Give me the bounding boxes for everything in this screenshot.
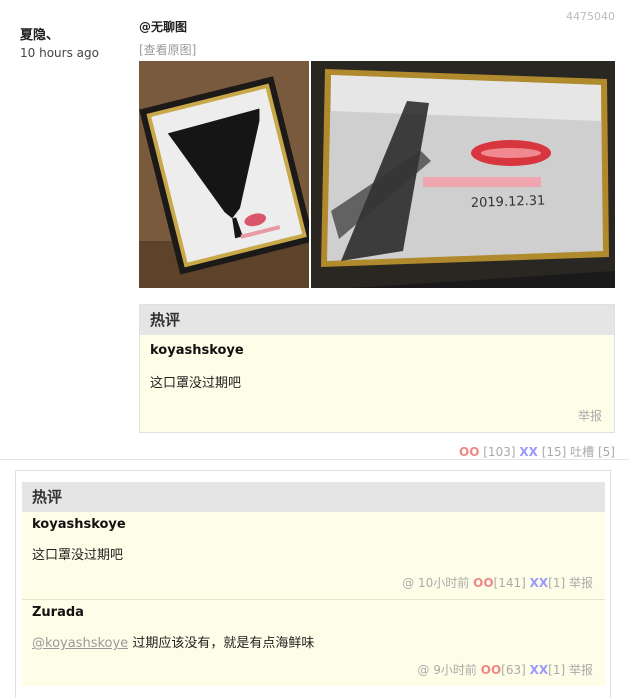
comment-username[interactable]: Zurada bbox=[32, 605, 595, 620]
hot-comments-title: 热评 bbox=[140, 305, 614, 335]
report-button[interactable]: 举报 bbox=[569, 576, 593, 590]
comment-time: 9小时前 bbox=[433, 663, 477, 677]
hot-comment: koyashskoye 这口罩没过期吧 举报 bbox=[140, 335, 614, 432]
comment-username[interactable]: koyashskoye bbox=[32, 517, 595, 532]
comment-meta: @ 10小时前 OO[141] XX[1] 举报 bbox=[402, 574, 593, 591]
xx-count: [1] bbox=[548, 663, 566, 677]
lipstick-print-illustration: 2019.12.31 bbox=[311, 61, 615, 288]
svg-text:2019.12.31: 2019.12.31 bbox=[471, 193, 546, 211]
comment-item: Zurada @koyashskoye 过期应该没有，就是有点海鲜味 @ 9小时… bbox=[22, 599, 605, 686]
report-button[interactable]: 举报 bbox=[569, 663, 593, 677]
comment-time: 10小时前 bbox=[418, 576, 470, 590]
comment-text: 过期应该没有，就是有点海鲜味 bbox=[132, 636, 315, 651]
xx-vote-button[interactable]: XX bbox=[530, 576, 549, 590]
post-image-framed-garment[interactable] bbox=[139, 61, 309, 288]
oo-vote-button[interactable]: OO bbox=[473, 576, 493, 590]
post-content: @无聊图 [查看原图] 2019.12.31 热评 koyashskoye 这口… bbox=[139, 18, 615, 433]
post-divider bbox=[0, 459, 629, 460]
xx-count: [1] bbox=[548, 576, 566, 590]
view-original-link[interactable]: [查看原图] bbox=[139, 41, 615, 58]
comment-meta: @ 9小时前 OO[63] XX[1] 举报 bbox=[417, 661, 593, 678]
tucao-link[interactable]: 吐槽 [5] bbox=[570, 445, 615, 459]
comment-text: 这口罩没过期吧 bbox=[32, 548, 124, 563]
comments-panel: 热评 koyashskoye 这口罩没过期吧 @ 10小时前 OO[141] X… bbox=[15, 470, 611, 698]
framed-garment-illustration bbox=[139, 61, 309, 288]
reply-at-button[interactable]: @ bbox=[402, 576, 414, 590]
post-image-lipstick-print[interactable]: 2019.12.31 bbox=[311, 61, 615, 288]
xx-vote-button[interactable]: XX bbox=[530, 663, 549, 677]
comment-text-wrapper: @koyashskoye 过期应该没有，就是有点海鲜味 bbox=[32, 632, 595, 651]
post-vote-bar: OO [103] XX [15] 吐槽 [5] bbox=[459, 443, 615, 460]
lower-hot-title: 热评 bbox=[22, 482, 605, 512]
author-name[interactable]: 夏隐、 bbox=[20, 24, 99, 43]
xx-count: [15] bbox=[541, 445, 567, 459]
xx-vote-button[interactable]: XX bbox=[519, 445, 538, 459]
oo-count: [103] bbox=[483, 445, 516, 459]
oo-count: [141] bbox=[493, 576, 526, 590]
lower-hot-comments: 热评 koyashskoye 这口罩没过期吧 @ 10小时前 OO[141] X… bbox=[22, 482, 605, 686]
oo-count: [63] bbox=[501, 663, 526, 677]
mention-text: @无聊图 bbox=[139, 20, 188, 34]
comment-username[interactable]: koyashskoye bbox=[150, 343, 604, 358]
oo-vote-button[interactable]: OO bbox=[481, 663, 501, 677]
report-button[interactable]: 举报 bbox=[578, 407, 602, 424]
hot-comments-box: 热评 koyashskoye 这口罩没过期吧 举报 bbox=[139, 304, 615, 433]
oo-vote-button[interactable]: OO bbox=[459, 445, 479, 459]
reply-at-button[interactable]: @ bbox=[417, 663, 429, 677]
comment-text: 这口罩没过期吧 bbox=[150, 376, 242, 391]
mention-link[interactable]: @koyashskoye bbox=[32, 636, 128, 651]
post-time: 10 hours ago bbox=[20, 46, 99, 60]
post-images: 2019.12.31 bbox=[139, 61, 615, 288]
post-author: 夏隐、 10 hours ago bbox=[20, 24, 99, 60]
comment-item: koyashskoye 这口罩没过期吧 @ 10小时前 OO[141] XX[1… bbox=[22, 512, 605, 599]
